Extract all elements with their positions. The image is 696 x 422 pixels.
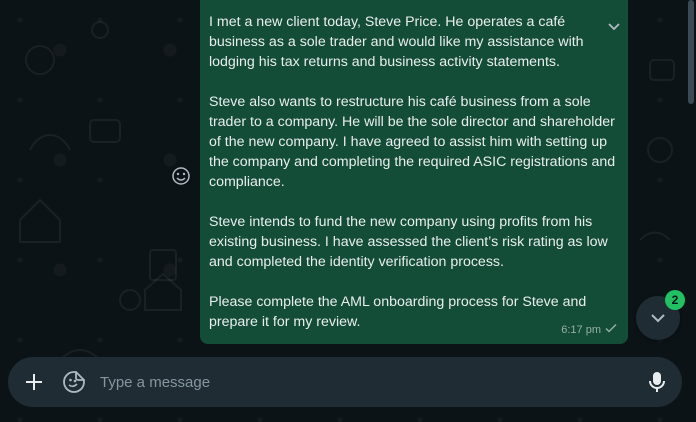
sticker-icon[interactable] (62, 370, 86, 394)
message-paragraph-4: Please complete the AML onboarding proce… (209, 294, 587, 330)
message-paragraph-2: Steve also wants to restructure his café… (209, 94, 616, 190)
message-meta: 6:17 pm (561, 320, 617, 340)
unread-count-badge: 2 (665, 290, 685, 310)
message-time: 6:17 pm (561, 324, 601, 336)
message-input[interactable] (100, 367, 620, 397)
message-menu-chevron-down-icon[interactable] (606, 18, 622, 34)
emoji-reaction-icon[interactable] (171, 166, 191, 186)
chevron-down-icon (651, 314, 665, 323)
chat-scrollbar[interactable] (688, 0, 694, 104)
message-paragraph-1: I met a new client today, Steve Price. H… (209, 14, 584, 70)
message-paragraph-3: Steve intends to fund the new company us… (209, 214, 608, 270)
outgoing-message-bubble[interactable]: I met a new client today, Steve Price. H… (200, 0, 628, 344)
microphone-icon[interactable] (646, 370, 668, 394)
single-check-icon (605, 320, 617, 340)
plus-icon[interactable] (23, 371, 45, 393)
